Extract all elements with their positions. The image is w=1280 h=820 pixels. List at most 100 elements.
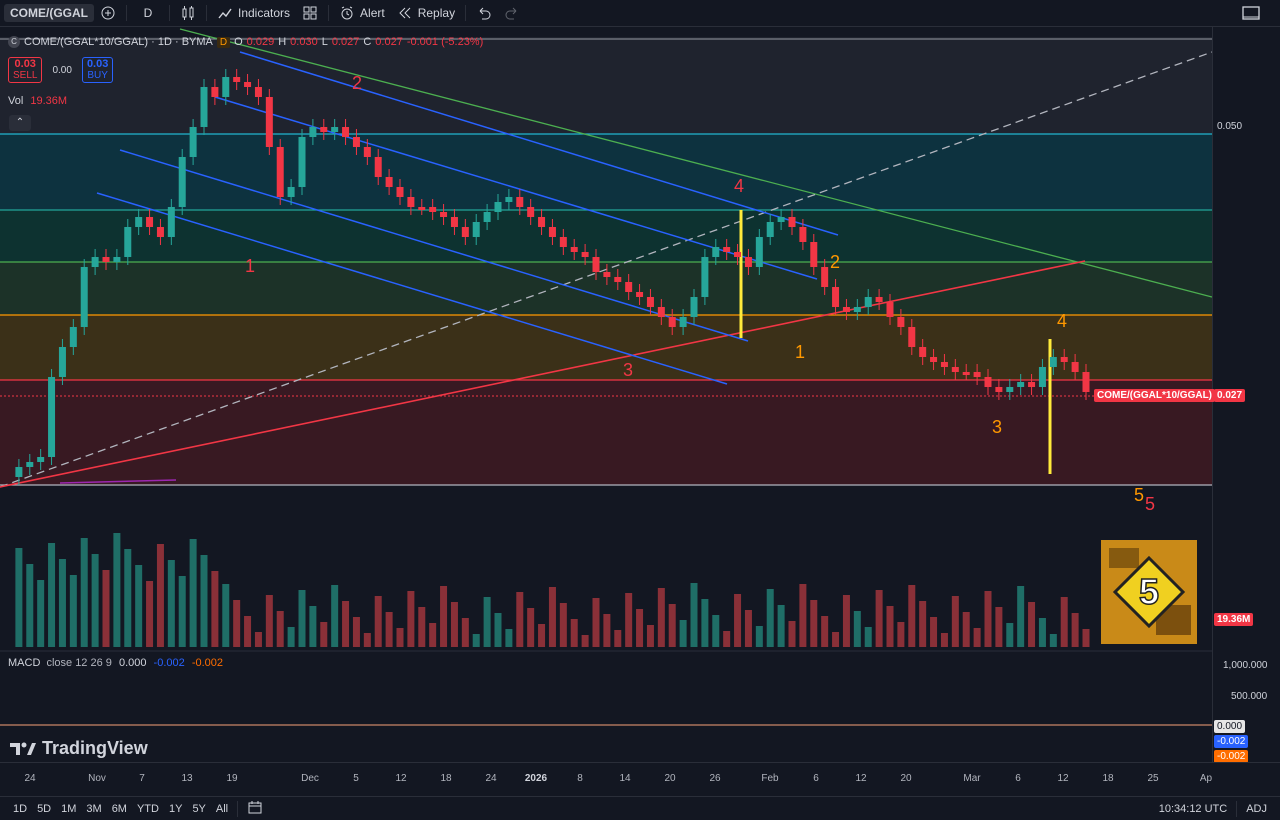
- candles-icon[interactable]: [174, 0, 202, 26]
- divider: [237, 800, 239, 817]
- alert-label: Alert: [360, 6, 385, 20]
- range-3m[interactable]: 3M: [81, 803, 106, 815]
- range-5y[interactable]: 5Y: [187, 803, 210, 815]
- replay-button[interactable]: Replay: [391, 0, 461, 26]
- redo-icon[interactable]: [498, 0, 526, 26]
- volume-bar: [516, 592, 524, 647]
- time-label: Feb: [761, 773, 779, 784]
- candle: [548, 227, 556, 237]
- macd-value-1: 0.000: [118, 657, 147, 669]
- volume-bar: [1038, 618, 1046, 647]
- volume-bar: [113, 533, 121, 647]
- volume-bar: [505, 629, 513, 647]
- volume-bar: [734, 594, 742, 647]
- bottom-toolbar: 1D 5D 1M 3M 6M YTD 1Y 5Y All 10:34:12 UT…: [0, 796, 1280, 820]
- fullscreen-icon[interactable]: [1236, 0, 1266, 26]
- volume-bar: [951, 596, 959, 647]
- buy-label: BUY: [87, 70, 108, 81]
- range-6m[interactable]: 6M: [107, 803, 132, 815]
- candle: [189, 127, 197, 157]
- collapse-legend-button[interactable]: ⌃: [9, 115, 31, 131]
- interval-button[interactable]: D: [131, 0, 165, 26]
- volume-bar: [701, 599, 709, 647]
- range-1y[interactable]: 1Y: [164, 803, 187, 815]
- candle: [156, 227, 164, 237]
- fib-band-top: [0, 37, 1212, 134]
- volume-bar: [102, 570, 110, 647]
- candle: [788, 217, 796, 227]
- legend-title: COME/(GGAL*10/GGAL) · 1D · BYMA: [24, 36, 213, 48]
- macd-legend[interactable]: MACD close 12 26 9 0.000 -0.002 -0.002: [8, 657, 223, 669]
- time-axis[interactable]: 24 Nov 7 13 19 Dec 5 12 18 24 2026 8 14 …: [0, 762, 1280, 797]
- high-label: H: [278, 36, 287, 48]
- volume-bar: [559, 603, 567, 647]
- candle: [821, 267, 829, 287]
- volume-legend[interactable]: Vol 19.36M: [8, 95, 67, 107]
- candle: [940, 362, 948, 367]
- volume-bar: [962, 612, 970, 647]
- sell-button[interactable]: 0.03 SELL: [8, 57, 43, 83]
- symbol-search[interactable]: COME/(GGAL: [4, 4, 94, 22]
- buy-price: 0.03: [86, 58, 109, 70]
- candle: [657, 307, 665, 317]
- range-ytd[interactable]: YTD: [132, 803, 164, 815]
- candle: [516, 197, 524, 207]
- candle: [91, 257, 99, 267]
- alert-button[interactable]: Alert: [333, 0, 391, 26]
- price-chart[interactable]: [0, 27, 1212, 762]
- adj-button[interactable]: ADJ: [1241, 803, 1272, 815]
- volume-bar: [603, 614, 611, 647]
- volume-bar: [461, 618, 469, 647]
- indicators-button[interactable]: Indicators: [211, 0, 296, 26]
- wave-5-image: 5: [1101, 540, 1197, 644]
- candle: [352, 137, 360, 147]
- tradingview-logo-icon: [10, 742, 36, 755]
- volume-bar: [37, 580, 45, 647]
- tradingview-logo[interactable]: TradingView: [10, 738, 148, 759]
- range-1m[interactable]: 1M: [56, 803, 81, 815]
- time-label: 2026: [524, 773, 548, 784]
- templates-icon[interactable]: [296, 0, 324, 26]
- candle: [1082, 372, 1090, 392]
- indicators-label: Indicators: [238, 6, 291, 20]
- open-label: O: [234, 36, 243, 48]
- wave-orange-1: 1: [795, 342, 806, 362]
- buy-button[interactable]: 0.03 BUY: [81, 57, 114, 83]
- compare-icon[interactable]: [94, 0, 122, 26]
- divider: [328, 5, 330, 21]
- open-value: 0.029: [246, 36, 275, 48]
- symbol-legend[interactable]: C COME/(GGAL*10/GGAL) · 1D · BYMA D O 0.0…: [8, 36, 483, 48]
- replay-label: Replay: [417, 6, 456, 20]
- divider: [1236, 800, 1238, 817]
- time-label: 24: [485, 773, 497, 784]
- time-label: Mar: [963, 773, 981, 784]
- volume-bar: [723, 631, 731, 647]
- range-1d[interactable]: 1D: [8, 803, 32, 815]
- change-value: -0.001 (-5.23%): [406, 36, 484, 48]
- divider: [206, 5, 207, 21]
- candle: [15, 467, 23, 477]
- candle: [483, 212, 491, 222]
- candle: [592, 257, 600, 272]
- clock-time[interactable]: 10:34:12 UTC: [1154, 803, 1232, 815]
- volume-bar: [614, 630, 622, 647]
- undo-icon[interactable]: [470, 0, 498, 26]
- candle: [668, 317, 676, 327]
- candle: [69, 327, 77, 347]
- volume-bar: [766, 589, 774, 647]
- volume-bar: [548, 587, 556, 647]
- date-range-icon[interactable]: [242, 800, 268, 817]
- range-all[interactable]: All: [211, 803, 233, 815]
- range-5d[interactable]: 5D: [32, 803, 56, 815]
- volume-bar: [875, 590, 883, 647]
- time-label: 24: [24, 773, 36, 784]
- volume-bar: [418, 607, 426, 647]
- divider: [465, 5, 467, 21]
- tradingview-logo-text: TradingView: [42, 738, 148, 758]
- spread-value: 0.00: [52, 64, 72, 76]
- candle: [995, 387, 1003, 392]
- candle: [244, 82, 252, 87]
- volume-bar: [777, 605, 785, 647]
- time-label: 20: [900, 773, 912, 784]
- chart-pane[interactable]: 1 2 3 4 5 1 2 3 4 5: [0, 27, 1212, 762]
